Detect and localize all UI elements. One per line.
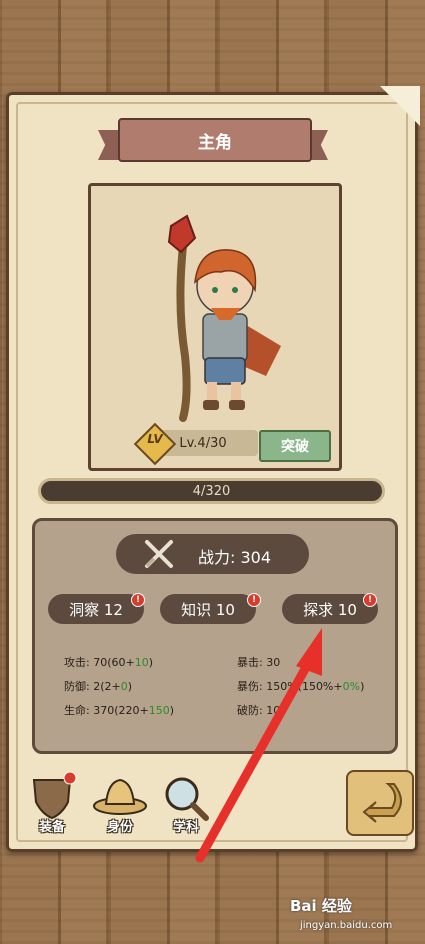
hat-icon (93, 778, 147, 815)
stat-crit-damage: 暴伤: 150%(150%+0%) (237, 680, 365, 693)
stat-defense: 防御: 2(2+0) (64, 680, 133, 693)
hero-character-image (167, 214, 281, 422)
breakthrough-button[interactable]: 突破 (259, 430, 331, 462)
stat-health: 生命: 370(220+150) (64, 704, 174, 717)
watermark-logo: Bai 经验 (290, 897, 352, 915)
experience-text: 4/320 (192, 483, 231, 499)
stat-attack: 攻击: 70(60+10) (64, 656, 154, 669)
combat-power: 战力: 304 (116, 534, 309, 574)
crossed-swords-icon (145, 540, 173, 568)
title-banner: 主角 (98, 112, 328, 166)
watermark-url: jingyan.baidu.com (300, 920, 393, 931)
lv-badge-label: LV (147, 432, 163, 446)
shield-icon (32, 771, 77, 820)
insight-attribute-button[interactable]: 洞察 12 (48, 594, 144, 624)
magnifier-icon (165, 777, 209, 821)
back-arrow-icon (362, 783, 402, 823)
academics-button[interactable]: 学科 (156, 772, 216, 835)
equipment-button[interactable]: 装备 (22, 771, 82, 835)
level-text: Lv.4/30 (179, 435, 227, 451)
combat-power-text: 战力: 304 (198, 548, 272, 567)
page-title: 主角 (198, 132, 232, 153)
paper-fold (380, 86, 420, 126)
insight-alert-icon: ! (131, 593, 145, 607)
back-button[interactable] (346, 770, 414, 836)
knowledge-alert-icon: ! (247, 593, 261, 607)
explore-alert-icon: ! (363, 593, 377, 607)
stat-armor-break: 破防: 10 (237, 704, 281, 717)
identity-button[interactable]: 身份 (90, 772, 150, 835)
knowledge-attribute-button[interactable]: 知识 10 (160, 594, 256, 624)
experience-bar: 4/320 (38, 478, 385, 504)
character-portrait (88, 183, 342, 471)
stat-crit: 暴击: 30 (237, 656, 281, 669)
